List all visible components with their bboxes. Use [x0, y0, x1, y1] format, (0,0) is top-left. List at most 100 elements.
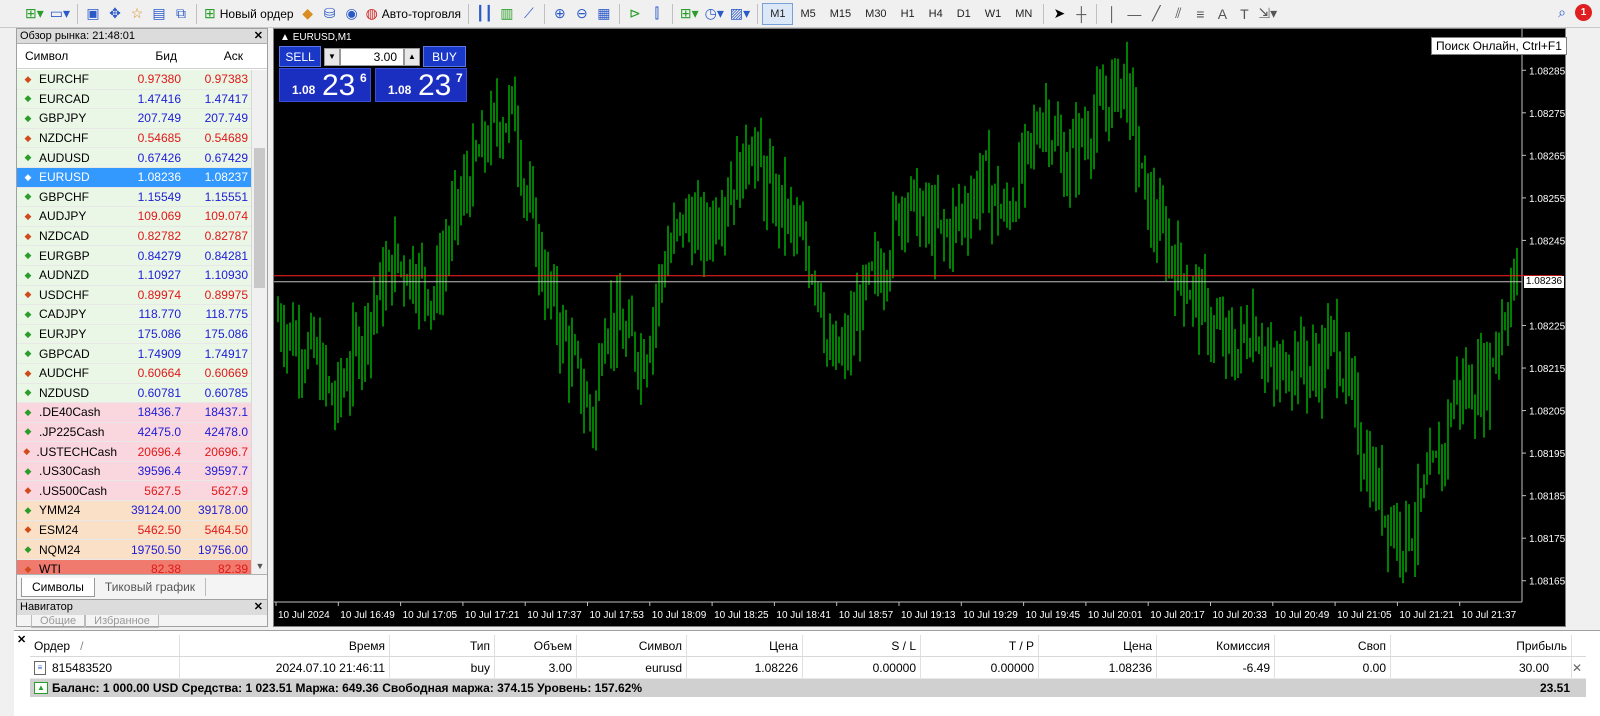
tab-favorites[interactable]: Избранное [85, 615, 159, 628]
autoscroll-icon[interactable]: ⊳ [624, 3, 646, 25]
autotrading-button[interactable]: ◍ Авто-торговля [363, 3, 464, 25]
line-chart-icon[interactable]: ⟋ [518, 3, 540, 25]
symbol-row[interactable]: ◆ YMM24 39124.00 39178.00 [17, 501, 251, 521]
timeframe-m1[interactable]: M1 [762, 2, 794, 25]
horizontal-line-icon[interactable]: — [1123, 3, 1145, 25]
column-header-symbol[interactable]: Символ [577, 635, 687, 656]
symbol-row[interactable]: ◆ .USTECHCash 20696.4 20696.7 [17, 442, 251, 462]
timeframe-d1[interactable]: D1 [950, 3, 978, 25]
text-label-icon[interactable]: T [1233, 3, 1255, 25]
column-header-time[interactable]: Время [180, 635, 390, 656]
buy-button[interactable]: BUY [423, 46, 466, 67]
volume-decrease-icon[interactable]: ▼ [324, 48, 340, 66]
column-header-symbol[interactable]: Символ [17, 49, 117, 63]
close-order-icon[interactable]: ✕ [1572, 661, 1582, 675]
symbol-row[interactable]: ◆ NZDCHF 0.54685 0.54689 [17, 128, 251, 149]
data-window-icon[interactable]: ✥ [104, 3, 126, 25]
column-header-commission[interactable]: Комиссия [1157, 635, 1275, 656]
column-header-profit[interactable]: Прибыль [1391, 635, 1572, 656]
symbol-row[interactable]: ◆ USDCHF 0.89974 0.89975 [17, 285, 251, 306]
symbol-row[interactable]: ◆ EURGBP 0.84279 0.84281 [17, 246, 251, 266]
close-icon[interactable]: ✕ [17, 633, 26, 646]
templates-icon[interactable]: ▨▾ [727, 3, 753, 25]
trend-line-icon[interactable]: ╱ [1145, 3, 1167, 25]
order-row[interactable]: ≡ 815483520 2024.07.10 21:46:11 buy 3.00 … [30, 657, 1586, 679]
column-header-volume[interactable]: Объем [495, 635, 577, 656]
column-header-open-price[interactable]: Цена [687, 635, 803, 656]
column-header-ask[interactable]: Аск [183, 49, 249, 63]
profiles-icon[interactable]: ▭▾ [47, 3, 73, 25]
zoom-in-icon[interactable]: ⊕ [549, 3, 571, 25]
price-chart[interactable]: 1.082851.082751.082651.082551.082451.082… [274, 29, 1565, 626]
timeframe-h4[interactable]: H4 [922, 3, 950, 25]
market-watch-scrollbar[interactable]: ▼ [251, 70, 267, 574]
symbol-row[interactable]: ◆ .US500Cash 5627.5 5627.9 [17, 481, 251, 502]
volume-increase-icon[interactable]: ▲ [404, 48, 420, 66]
column-header-price[interactable]: Цена [1039, 635, 1157, 656]
signals-icon[interactable]: ⛁ [319, 3, 341, 25]
symbol-row[interactable]: ◆ EURCHF 0.97380 0.97383 [17, 70, 251, 90]
timeframe-mn[interactable]: MN [1008, 3, 1039, 25]
symbol-row[interactable]: ◆ AUDUSD 0.67426 0.67429 [17, 148, 251, 168]
scrollbar-thumb[interactable] [254, 148, 265, 288]
symbol-row[interactable]: ◆ ESM24 5462.50 5464.50 [17, 520, 251, 541]
order-sl[interactable]: 0.00000 [803, 657, 921, 678]
symbol-row[interactable]: ◆ NQM24 19750.50 19756.00 [17, 540, 251, 560]
symbol-row[interactable]: ◆ EURCAD 1.47416 1.47417 [17, 89, 251, 110]
vertical-line-icon[interactable]: │ [1101, 3, 1123, 25]
chart-window[interactable]: ▲ EURUSD,M1 1.08285 1.08275 1.08265 1.08255… [273, 28, 1566, 627]
column-header-bid[interactable]: Бид [117, 49, 183, 63]
volume-input[interactable]: 3.00 [340, 48, 404, 66]
notification-badge[interactable]: 1 [1575, 4, 1592, 21]
strategy-tester-icon[interactable]: ⧉ [170, 3, 192, 25]
column-header-tp[interactable]: T / P [921, 635, 1039, 656]
symbol-row[interactable]: ◆ AUDCHF 0.60664 0.60669 [17, 363, 251, 384]
metaeditor-icon[interactable]: ◆ [297, 3, 319, 25]
timeframe-h1[interactable]: H1 [894, 3, 922, 25]
candlestick-chart-icon[interactable]: ▥ [496, 3, 518, 25]
symbol-row[interactable]: ◆ .US30Cash 39596.4 39597.7 [17, 461, 251, 482]
timeframe-m5[interactable]: M5 [793, 3, 822, 25]
close-icon[interactable]: ✕ [254, 29, 263, 44]
tab-symbols[interactable]: Символы [21, 577, 95, 597]
scroll-down-icon[interactable]: ▼ [252, 558, 268, 574]
symbol-row[interactable]: ◆ NZDUSD 0.60781 0.60785 [17, 383, 251, 404]
tab-common[interactable]: Общие [31, 615, 86, 628]
order-tp[interactable]: 0.00000 [921, 657, 1039, 678]
symbol-row[interactable]: ◆ EURJPY 175.086 175.086 [17, 324, 251, 345]
timeframe-w1[interactable]: W1 [978, 3, 1009, 25]
symbol-row[interactable]: ◆ .DE40Cash 18436.7 18437.1 [17, 403, 251, 423]
periods-icon[interactable]: ◷▾ [702, 3, 727, 25]
terminal-icon[interactable]: ▤ [148, 3, 170, 25]
tile-windows-icon[interactable]: ▦ [593, 3, 615, 25]
crosshair-icon[interactable]: ┼ [1070, 3, 1092, 25]
symbol-row[interactable]: ◆ CADJPY 118.770 118.775 [17, 305, 251, 325]
market-watch-icon[interactable]: ▣ [82, 3, 104, 25]
symbol-row[interactable]: ◆ NZDCAD 0.82782 0.82787 [17, 226, 251, 247]
new-order-button[interactable]: ⊞ Новый ордер [201, 3, 297, 25]
arrows-icon[interactable]: ⇲▾ [1255, 3, 1280, 25]
symbol-row[interactable]: ◆ AUDNZD 1.10927 1.10930 [17, 265, 251, 286]
symbol-row[interactable]: ◆ GBPJPY 207.749 207.749 [17, 109, 251, 129]
market-icon[interactable]: ◉ [341, 3, 363, 25]
tab-tick-chart[interactable]: Тиковый график [95, 578, 207, 596]
symbol-row[interactable]: ◆ EURUSD 1.08236 1.08237 [17, 167, 251, 188]
equidistant-channel-icon[interactable]: ⫽ [1167, 3, 1189, 25]
fibonacci-icon[interactable]: ≡ [1189, 3, 1211, 25]
timeframe-m30[interactable]: M30 [858, 3, 893, 25]
text-icon[interactable]: A [1211, 3, 1233, 25]
column-header-swap[interactable]: Своп [1275, 635, 1391, 656]
indicators-icon[interactable]: ⊞▾ [677, 3, 702, 25]
column-header-type[interactable]: Тип [390, 635, 495, 656]
timeframe-m15[interactable]: M15 [823, 3, 858, 25]
cursor-icon[interactable]: ➤ [1048, 3, 1070, 25]
zoom-out-icon[interactable]: ⊖ [571, 3, 593, 25]
symbol-row[interactable]: ◆ GBPCHF 1.15549 1.15551 [17, 187, 251, 208]
search-icon[interactable]: ⌕ [1558, 4, 1566, 21]
navigator-icon[interactable]: ☆ [126, 3, 148, 25]
column-header-order[interactable]: Ордер / [30, 635, 180, 656]
symbol-row[interactable]: ◆ GBPCAD 1.74909 1.74917 [17, 344, 251, 364]
column-header-sl[interactable]: S / L [803, 635, 921, 656]
bar-chart-icon[interactable]: ┃┃ [473, 3, 496, 25]
new-chart-icon[interactable]: ⊞▾ [22, 3, 47, 25]
